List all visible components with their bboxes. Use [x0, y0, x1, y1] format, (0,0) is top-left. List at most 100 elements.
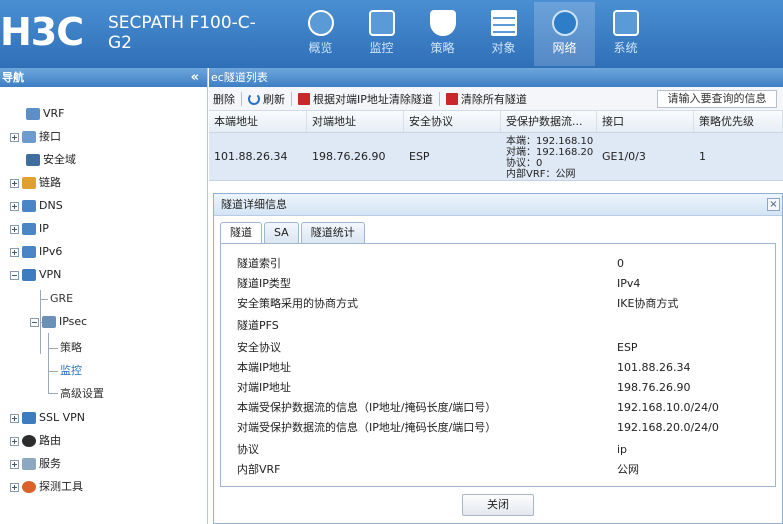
nav-policy[interactable]: 策略 [412, 2, 473, 66]
sidebar-item-link[interactable]: 链路 [10, 173, 61, 193]
detail-row: 本端IP地址 101.88.26.34 [237, 358, 767, 378]
collapse-icon[interactable] [10, 270, 19, 280]
dialog-tabs: 隧道 SA 隧道统计 [220, 222, 367, 243]
expand-icon[interactable] [10, 459, 19, 469]
sidebar-item-ssl-vpn[interactable]: SSL VPN [10, 408, 85, 428]
clear-all-button[interactable]: 清除所有隧道 [442, 91, 531, 107]
sidebar-item-ipsec[interactable]: IPsec [30, 312, 87, 332]
sidebar-item-gre[interactable]: GRE [50, 289, 73, 309]
collapse-icon[interactable] [30, 317, 39, 327]
sidebar-item-ipsec-policy[interactable]: 策略 [60, 338, 82, 358]
toolbar-divider [438, 91, 440, 106]
toolbar-divider [241, 91, 242, 106]
sidebar-item-ip[interactable]: IP [10, 219, 49, 239]
trash-icon [298, 92, 310, 105]
delete-button[interactable]: 删除 [209, 91, 239, 107]
column-header[interactable]: 安全协议 [404, 111, 501, 132]
object-stack-icon [490, 10, 517, 36]
sidebar-title: 导航 [2, 71, 24, 84]
monitor-icon [368, 10, 395, 36]
nav-monitor-label: 监控 [369, 41, 394, 55]
sidebar-item-label: 接口 [39, 130, 61, 143]
clear-by-peer-button[interactable]: 根据对端IP地址清除隧道 [294, 91, 437, 107]
sidebar-item-label: GRE [50, 292, 74, 305]
refresh-button[interactable]: 刷新 [244, 91, 289, 107]
flow-line: 本端：192.168.10 [506, 136, 594, 147]
close-icon[interactable]: × [767, 198, 780, 211]
product-name-line1: SECPATH F100-C- [108, 13, 256, 33]
close-button[interactable]: 关闭 [462, 494, 534, 516]
detail-row: 隧道PFS [237, 316, 767, 336]
detail-value: 公网 [617, 463, 639, 476]
sidebar-item-routing[interactable]: 路由 [10, 431, 61, 451]
h3c-logo: H3C [0, 10, 84, 54]
expand-icon[interactable] [10, 482, 19, 492]
tab-sa[interactable]: SA [264, 222, 299, 243]
delete-label: 删除 [213, 92, 235, 106]
detail-key: 对端IP地址 [237, 381, 291, 394]
detail-row: 隧道索引 0 [237, 254, 767, 274]
flow-line: 内部VRF：公网 [506, 169, 576, 180]
sidebar-item-services[interactable]: 服务 [10, 454, 61, 474]
tab-tunnel[interactable]: 隧道 [220, 222, 262, 243]
detail-key: 安全策略采用的协商方式 [237, 297, 358, 310]
sidebar: 导航 « VRF 接口 安全域 链路 DNS IP IPv6 VPN GRE I… [0, 68, 208, 524]
sidebar-item-ipsec-monitor[interactable]: 监控 [60, 361, 82, 381]
detail-key: 安全协议 [237, 341, 281, 354]
detail-row: 安全策略采用的协商方式 IKE协商方式 [237, 294, 767, 314]
detail-value: 198.76.26.90 [617, 381, 691, 394]
dialog-title: 隧道详细信息 [221, 198, 287, 211]
expand-icon[interactable] [10, 413, 19, 423]
vpn-icon [22, 269, 36, 281]
column-header[interactable]: 策略优先级 [694, 111, 783, 132]
toolbar: 删除 刷新 根据对端IP地址清除隧道 清除所有隧道 请输入要查询的信息 [209, 87, 783, 111]
system-code-icon [612, 10, 639, 36]
tunnel-table: 本端地址 对端地址 安全协议 受保护数据流... 接口 策略优先级 101.88… [209, 111, 783, 181]
sidebar-item-label: IPv6 [39, 245, 63, 258]
product-name: SECPATH F100-C- G2 [108, 13, 256, 53]
refresh-icon [248, 92, 260, 105]
cell-interface: GE1/0/3 [602, 150, 646, 163]
sidebar-item-label: IP [39, 222, 49, 235]
expand-icon[interactable] [10, 436, 19, 446]
expand-icon[interactable] [10, 247, 19, 257]
expand-icon[interactable] [10, 178, 19, 188]
sidebar-item-label: 策略 [60, 341, 82, 354]
sidebar-item-ipsec-advanced[interactable]: 高级设置 [60, 384, 104, 404]
tab-tunnel-stats[interactable]: 隧道统计 [300, 222, 365, 243]
expand-icon[interactable] [10, 201, 19, 211]
column-header[interactable]: 接口 [597, 111, 694, 132]
detail-row: 协议 ip [237, 440, 767, 460]
expand-icon[interactable] [10, 224, 19, 234]
cell-protocol: ESP [409, 150, 430, 163]
column-header[interactable]: 本端地址 [209, 111, 307, 132]
collapse-sidebar-icon[interactable]: « [191, 68, 199, 87]
detail-key: 对端受保护数据流的信息（IP地址/掩码长度/端口号） [237, 421, 497, 434]
nav-system[interactable]: 系统 [595, 2, 656, 66]
nav-monitor[interactable]: 监控 [351, 2, 412, 66]
nav-network[interactable]: 网络 [534, 2, 595, 66]
nav-system-label: 系统 [613, 41, 638, 55]
sidebar-item-security-zone[interactable]: 安全域 [26, 150, 76, 170]
sidebar-item-interface[interactable]: 接口 [10, 127, 61, 147]
sidebar-item-label: SSL VPN [39, 411, 85, 424]
table-row[interactable]: 101.88.26.34 198.76.26.90 ESP 本端：192.168… [209, 133, 783, 181]
sidebar-item-ipv6[interactable]: IPv6 [10, 242, 62, 262]
detail-key: 隧道PFS [237, 319, 279, 332]
interface-icon [22, 131, 36, 143]
nav-object[interactable]: 对象 [473, 2, 534, 66]
column-header[interactable]: 对端地址 [307, 111, 404, 132]
sidebar-item-vrf[interactable]: VRF [26, 104, 65, 124]
cell-local-address: 101.88.26.34 [214, 150, 288, 163]
expand-icon[interactable] [10, 132, 19, 142]
search-input[interactable]: 请输入要查询的信息 [657, 90, 777, 108]
sidebar-item-label: DNS [39, 199, 63, 212]
dashboard-icon [307, 10, 334, 36]
sidebar-item-dns[interactable]: DNS [10, 196, 63, 216]
sidebar-item-diagnostic-tools[interactable]: 探测工具 [10, 477, 83, 497]
nav-network-label: 网络 [552, 41, 577, 55]
nav-overview[interactable]: 概览 [290, 2, 351, 66]
sidebar-item-vpn[interactable]: VPN [10, 265, 61, 285]
flow-line: 对端：192.168.20 [506, 147, 594, 158]
column-header[interactable]: 受保护数据流... [501, 111, 597, 132]
